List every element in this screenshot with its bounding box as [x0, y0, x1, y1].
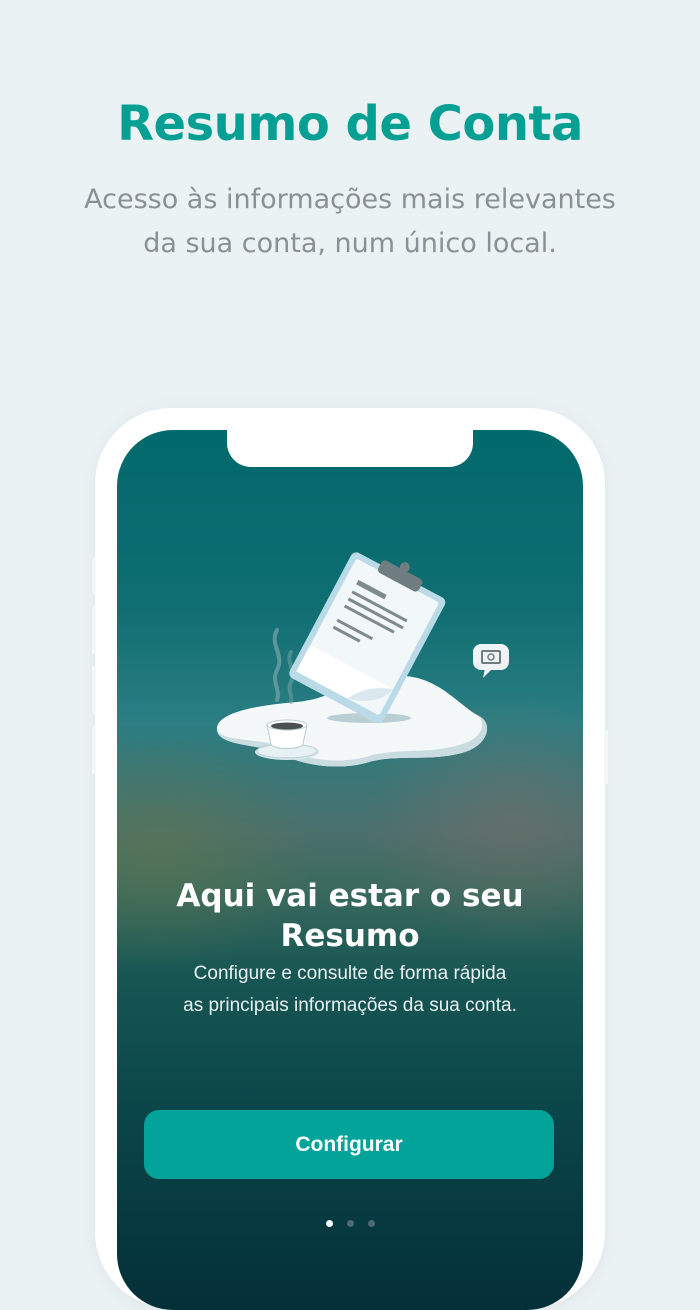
screen-title: Aqui vai estar o seu Resumo [176, 878, 524, 954]
phone-volume-up-button [92, 606, 96, 654]
phone-power-button [604, 730, 608, 784]
account-summary-illustration [216, 552, 509, 767]
pagination-dot-3[interactable] [367, 1220, 375, 1227]
steam [272, 628, 295, 704]
pagination-dots [117, 1220, 583, 1227]
phone-mockup: Aqui vai estar o seu Resumo Configure e … [92, 408, 608, 1310]
promo-subtitle: Acesso às informações mais relevantes da… [84, 184, 616, 259]
phone-screen: Aqui vai estar o seu Resumo Configure e … [117, 430, 583, 1310]
phone-volume-down-button [92, 666, 96, 714]
pagination-dot-2[interactable] [346, 1220, 354, 1227]
phone-mute-button [92, 726, 96, 774]
configure-button[interactable]: Configurar [144, 1110, 554, 1179]
promo-title: Resumo de Conta [117, 96, 583, 152]
money-chat-bubble-icon [473, 644, 509, 678]
screen-description: Configure e consulte de forma rápida as … [183, 963, 517, 1016]
phone-notch [227, 430, 473, 467]
phone-side-button [92, 558, 96, 594]
pagination-dot-1[interactable] [325, 1220, 333, 1227]
